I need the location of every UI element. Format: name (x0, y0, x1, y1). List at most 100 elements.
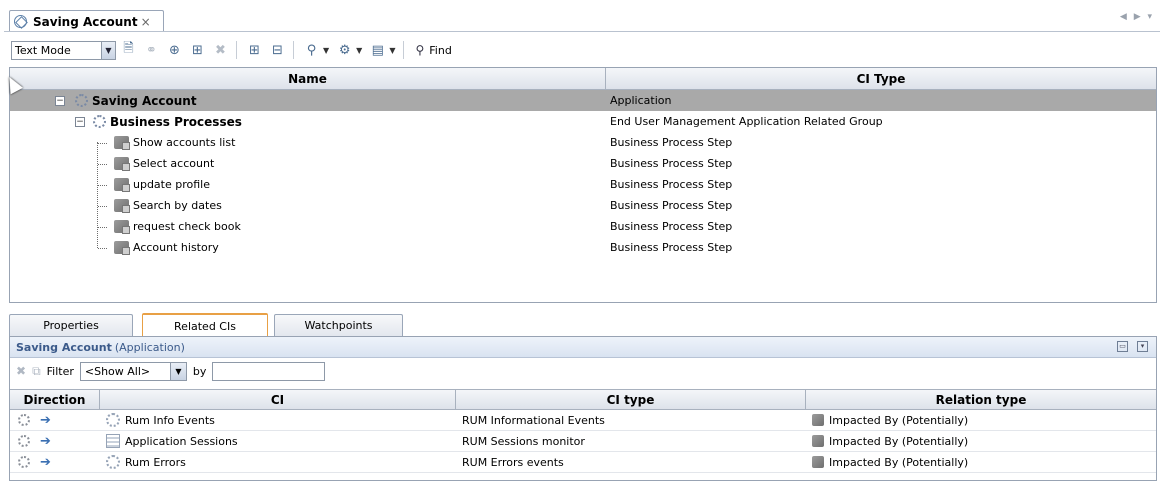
related-ci-type: RUM Informational Events (462, 413, 605, 427)
filter-select[interactable]: <Show All> ▼ (79, 361, 187, 381)
tree-row[interactable]: update profile Business Process Step (10, 174, 1156, 195)
tree-node-label: request check book (133, 220, 241, 233)
column-header-direction[interactable]: Direction (10, 390, 100, 409)
editor-tab-strip: Saving Account × ◀ ▶ ▾ (0, 0, 1164, 32)
copy-icon[interactable]: ⧉ (32, 364, 41, 379)
ci-tree-table: Name CI Type − Saving Account Applicatio… (9, 67, 1157, 303)
related-ci-type: RUM Sessions monitor (462, 434, 585, 448)
editor-tab-saving-account[interactable]: Saving Account × (9, 10, 164, 32)
tree-row[interactable]: − Saving Account Application (10, 90, 1156, 111)
tree-node-label: Saving Account (92, 93, 197, 108)
business-step-icon (114, 178, 130, 192)
tab-related-cis[interactable]: Related CIs (142, 313, 268, 337)
tree-row[interactable]: Search by dates Business Process Step (10, 195, 1156, 216)
restore-icon[interactable]: ▭ (1117, 341, 1128, 352)
tree-node-label: Account history (133, 241, 219, 254)
column-header-ci-type[interactable]: CI Type (606, 68, 1156, 89)
collapse-node-icon[interactable]: − (55, 95, 65, 106)
arrow-right-icon: ➔ (40, 433, 51, 449)
tree-row[interactable]: Account history Business Process Step (10, 237, 1156, 258)
gear-icon (18, 456, 30, 468)
find-label: Find (429, 43, 452, 57)
related-cis-table: Direction CI CI type Relation type ➔ Rum… (10, 389, 1156, 473)
tree-connector (98, 248, 107, 249)
tree-node-type: Business Process Step (610, 157, 733, 170)
tree-node-type: Application (610, 94, 672, 107)
table-row[interactable]: ➔ Application Sessions RUM Sessions moni… (10, 431, 1156, 452)
business-step-icon (114, 241, 130, 255)
tree-connector (98, 143, 107, 144)
tree-node-label: Show accounts list (133, 136, 236, 149)
relation-icon (812, 456, 824, 468)
link-icon[interactable]: ⚭ (141, 40, 162, 61)
rum-events-icon (106, 455, 120, 469)
tree-row[interactable]: Show accounts list Business Process Step (10, 132, 1156, 153)
tab-strip-divider (4, 31, 1160, 32)
chevron-down-icon[interactable]: ▼ (389, 46, 395, 55)
tree-row[interactable]: Select account Business Process Step (10, 153, 1156, 174)
tree-node-type: Business Process Step (610, 178, 733, 191)
related-table-header: Direction CI CI type Relation type (10, 389, 1156, 410)
pin-icon[interactable]: ▾ (1137, 341, 1148, 352)
related-ci-name: Rum Errors (125, 455, 186, 469)
tree-connector (98, 227, 107, 228)
view-mode-select[interactable]: Text Mode ▼ (11, 40, 116, 60)
view-mode-value: Text Mode (15, 43, 71, 57)
tree-row[interactable]: request check book Business Process Step (10, 216, 1156, 237)
tab-properties[interactable]: Properties (9, 314, 133, 336)
model-icon (14, 15, 27, 28)
tree-header: Name CI Type (10, 68, 1156, 90)
relation-icon (812, 414, 824, 426)
properties-icon[interactable]: 🗎 (118, 40, 139, 61)
business-step-icon (114, 220, 130, 234)
related-relation-type: Impacted By (Potentially) (829, 434, 969, 448)
layout-icon[interactable]: ▤ (367, 40, 388, 61)
column-header-relation-type[interactable]: Relation type (806, 390, 1156, 409)
relation-icon (812, 435, 824, 447)
toolbar-separator (236, 41, 237, 59)
tree-node-type: Business Process Step (610, 136, 733, 149)
filter-icon[interactable]: ⚲ (301, 40, 322, 61)
rum-events-icon (106, 413, 120, 427)
search-icon: ⚲ (415, 43, 425, 57)
related-cis-panel: Saving Account (Application) ▭ ▾ ✖ ⧉ Fil… (9, 336, 1157, 481)
arrow-right-icon: ➔ (40, 412, 51, 428)
table-row[interactable]: ➔ Rum Info Events RUM Informational Even… (10, 410, 1156, 431)
chevron-down-icon[interactable]: ▼ (169, 362, 186, 380)
expand-icon[interactable]: ⊞ (244, 40, 265, 61)
by-label: by (192, 364, 207, 378)
tree-row[interactable]: − Business Processes End User Management… (10, 111, 1156, 132)
filter-bar: ✖ ⧉ Filter <Show All> ▼ by (10, 358, 1156, 384)
details-tab-bar: Properties Related CIs Watchpoints (9, 313, 1157, 337)
add-related-icon[interactable]: ⊞ (187, 40, 208, 61)
related-relation-type: Impacted By (Potentially) (829, 413, 969, 427)
tree-node-label: Business Processes (110, 114, 242, 129)
chevron-down-icon[interactable]: ▼ (101, 41, 115, 59)
related-relation-type: Impacted By (Potentially) (829, 455, 969, 469)
panel-title-ci-type: (Application) (114, 340, 185, 354)
panel-title-ci-name: Saving Account (16, 340, 112, 354)
add-ci-icon[interactable]: ⊕ (164, 40, 185, 61)
show-icon[interactable]: ⚙ (334, 40, 355, 61)
collapse-node-icon[interactable]: − (75, 116, 85, 127)
business-step-icon (114, 157, 130, 171)
column-header-ci[interactable]: CI (100, 390, 456, 409)
tab-navigation-arrows-icon[interactable]: ◀ ▶ ▾ (1120, 12, 1154, 22)
gear-icon (18, 435, 30, 447)
chevron-down-icon[interactable]: ▼ (356, 46, 362, 55)
tree-node-type: Business Process Step (610, 220, 733, 233)
group-icon (93, 115, 106, 128)
delete-icon[interactable]: ✖ (210, 40, 231, 61)
chevron-down-icon[interactable]: ▼ (323, 46, 329, 55)
delete-icon[interactable]: ✖ (16, 364, 26, 378)
tree-node-type: End User Management Application Related … (610, 115, 883, 128)
find-button[interactable]: ⚲ Find (415, 43, 451, 57)
tab-watchpoints[interactable]: Watchpoints (274, 314, 403, 336)
collapse-icon[interactable]: ⊟ (267, 40, 288, 61)
table-row[interactable]: ➔ Rum Errors RUM Errors events Impacted … (10, 452, 1156, 473)
column-header-ci-type[interactable]: CI type (456, 390, 806, 409)
filter-select-value: <Show All> (84, 364, 151, 378)
close-icon[interactable]: × (141, 15, 151, 29)
filter-by-input[interactable] (212, 361, 326, 381)
column-header-name[interactable]: Name (10, 68, 606, 89)
